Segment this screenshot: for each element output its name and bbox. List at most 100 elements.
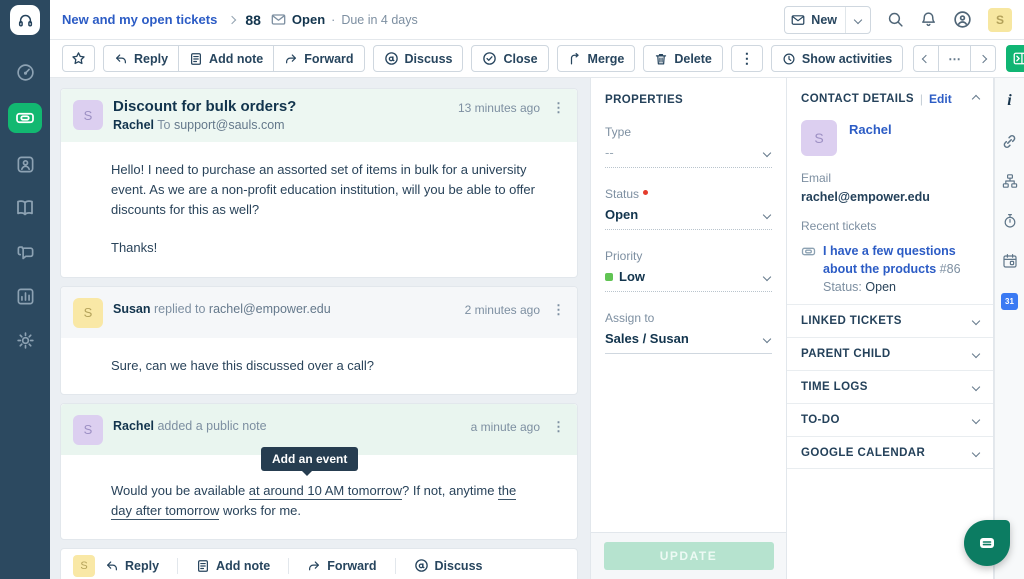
star-button[interactable] — [62, 45, 95, 72]
agent-assist-icon[interactable] — [953, 10, 972, 29]
nav-contacts-icon[interactable] — [8, 151, 42, 177]
message-header[interactable]: S Discount for bulk orders? Rachel To su… — [61, 89, 577, 142]
type-field: Type -- — [605, 125, 772, 168]
ticket-subject: Discount for bulk orders? — [113, 98, 448, 115]
nav-admin-icon[interactable] — [8, 327, 42, 353]
nav-analytics-icon[interactable] — [8, 283, 42, 309]
new-ticket-button[interactable]: New — [784, 6, 871, 34]
add-event-tooltip[interactable]: Add an event — [261, 447, 358, 471]
envelope-icon — [791, 13, 805, 27]
message-timestamp: 2 minutes ago — [465, 303, 540, 317]
parent-child-icon[interactable] — [999, 172, 1021, 190]
discuss-icon — [384, 51, 399, 66]
reply-button[interactable]: Reply — [105, 559, 159, 573]
todo-calendar-icon[interactable] — [999, 252, 1021, 270]
check-circle-icon — [482, 51, 497, 66]
breadcrumb[interactable]: New and my open tickets — [62, 12, 217, 27]
section-to-do[interactable]: TO-DO — [787, 403, 993, 436]
chevron-down-icon — [763, 272, 771, 280]
field-label: Assign to — [605, 311, 772, 325]
google-calendar-day: 31 — [1001, 293, 1018, 310]
quick-reply-bar: S Reply Add note Forward D — [60, 548, 578, 579]
field-value: Sales / Susan — [605, 331, 689, 346]
forward-icon — [307, 559, 321, 573]
ticket-number: 88 — [245, 12, 261, 28]
ticket-list-more-button[interactable]: ⋯ — [939, 45, 971, 72]
add-note-label: Add note — [216, 559, 270, 573]
nav-tickets-icon[interactable] — [8, 103, 42, 133]
close-label: Close — [503, 52, 537, 66]
field-label: Type — [605, 125, 772, 139]
field-label: Status — [605, 187, 772, 201]
contact-avatar: S — [801, 120, 837, 156]
section-time-logs[interactable]: TIME LOGS — [787, 370, 993, 403]
priority-field: Priority Low — [605, 249, 772, 292]
notifications-bell-icon[interactable] — [920, 11, 937, 28]
show-activities-button[interactable]: Show activities — [771, 45, 903, 72]
reply-button[interactable]: Reply — [103, 45, 179, 72]
message-kebab-icon[interactable]: ⋮ — [552, 100, 565, 116]
next-ticket-button[interactable] — [971, 45, 996, 72]
chevron-down-icon — [972, 350, 980, 358]
search-icon[interactable] — [887, 11, 904, 28]
nav-dashboard-icon[interactable] — [8, 59, 42, 85]
close-button[interactable]: Close — [471, 45, 548, 72]
contact-details-heading: CONTACT DETAILS — [801, 93, 914, 105]
collapse-chevron-icon[interactable] — [972, 95, 980, 103]
message-card: S Susan replied to rachel@empower.edu 2 … — [60, 286, 578, 395]
message-header[interactable]: S Susan replied to rachel@empower.edu 2 … — [61, 287, 577, 338]
message-author: Rachel — [113, 118, 154, 132]
note-text: Would you be available — [111, 483, 249, 498]
recent-ticket-link[interactable]: I have a few questions about the product… — [823, 244, 961, 276]
google-calendar-icon[interactable]: 31 — [999, 292, 1021, 310]
discuss-button[interactable]: Discuss — [414, 558, 483, 573]
message-kebab-icon[interactable]: ⋮ — [552, 302, 565, 318]
avatar: S — [73, 100, 103, 130]
section-google-calendar[interactable]: GOOGLE CALENDAR — [787, 436, 993, 469]
section-label: PARENT CHILD — [801, 348, 891, 360]
linked-tickets-icon[interactable] — [999, 132, 1021, 150]
message-kebab-icon[interactable]: ⋮ — [552, 419, 565, 435]
forward-button[interactable]: Forward — [274, 45, 364, 72]
divider — [288, 558, 289, 574]
message-card: S Discount for bulk orders? Rachel To su… — [60, 88, 578, 278]
priority-select[interactable]: Low — [605, 263, 772, 292]
reply-icon — [105, 559, 119, 573]
nav-solutions-icon[interactable] — [8, 195, 42, 221]
add-note-button[interactable]: Add note — [196, 559, 270, 573]
note-icon — [189, 52, 203, 66]
nav-forums-icon[interactable] — [8, 239, 42, 265]
discuss-button[interactable]: Discuss — [373, 45, 464, 72]
more-actions-button[interactable]: ⋮ — [731, 45, 763, 72]
section-parent-child[interactable]: PARENT CHILD — [787, 337, 993, 370]
update-button[interactable]: UPDATE — [604, 542, 774, 570]
merge-label: Merge — [588, 52, 625, 66]
type-select[interactable]: -- — [605, 139, 772, 168]
status-select[interactable]: Open — [605, 201, 772, 230]
edit-contact-link[interactable]: Edit — [929, 92, 952, 106]
user-avatar[interactable]: S — [988, 8, 1012, 32]
chat-widget-button[interactable] — [964, 520, 1010, 566]
time-logs-icon[interactable] — [999, 212, 1021, 230]
merge-button[interactable]: Merge — [557, 45, 636, 72]
due-date: Due in 4 days — [341, 13, 417, 27]
breadcrumb-chevron-icon — [228, 15, 236, 23]
new-dropdown-toggle[interactable] — [846, 17, 870, 23]
delete-label: Delete — [674, 52, 712, 66]
delete-button[interactable]: Delete — [643, 45, 723, 72]
contact-name-link[interactable]: Rachel — [849, 122, 892, 156]
priority-low-dot — [605, 273, 613, 281]
forward-button[interactable]: Forward — [307, 559, 376, 573]
section-linked-tickets[interactable]: LINKED TICKETS — [787, 304, 993, 337]
message-timestamp: a minute ago — [471, 420, 540, 434]
highlighted-date-phrase[interactable]: at around 10 AM tomorrow — [249, 483, 402, 500]
forward-icon — [284, 52, 298, 66]
add-note-button[interactable]: Add note — [179, 45, 274, 72]
apps-icon-strip: i 31 — [994, 78, 1024, 579]
contact-info-icon[interactable]: i — [999, 92, 1021, 110]
collapse-panel-button[interactable] — [1006, 45, 1024, 72]
headphones-icon — [17, 12, 34, 29]
brand-logo[interactable] — [10, 5, 40, 35]
assign-to-select[interactable]: Sales / Susan — [605, 325, 772, 354]
previous-ticket-button[interactable] — [913, 45, 939, 72]
